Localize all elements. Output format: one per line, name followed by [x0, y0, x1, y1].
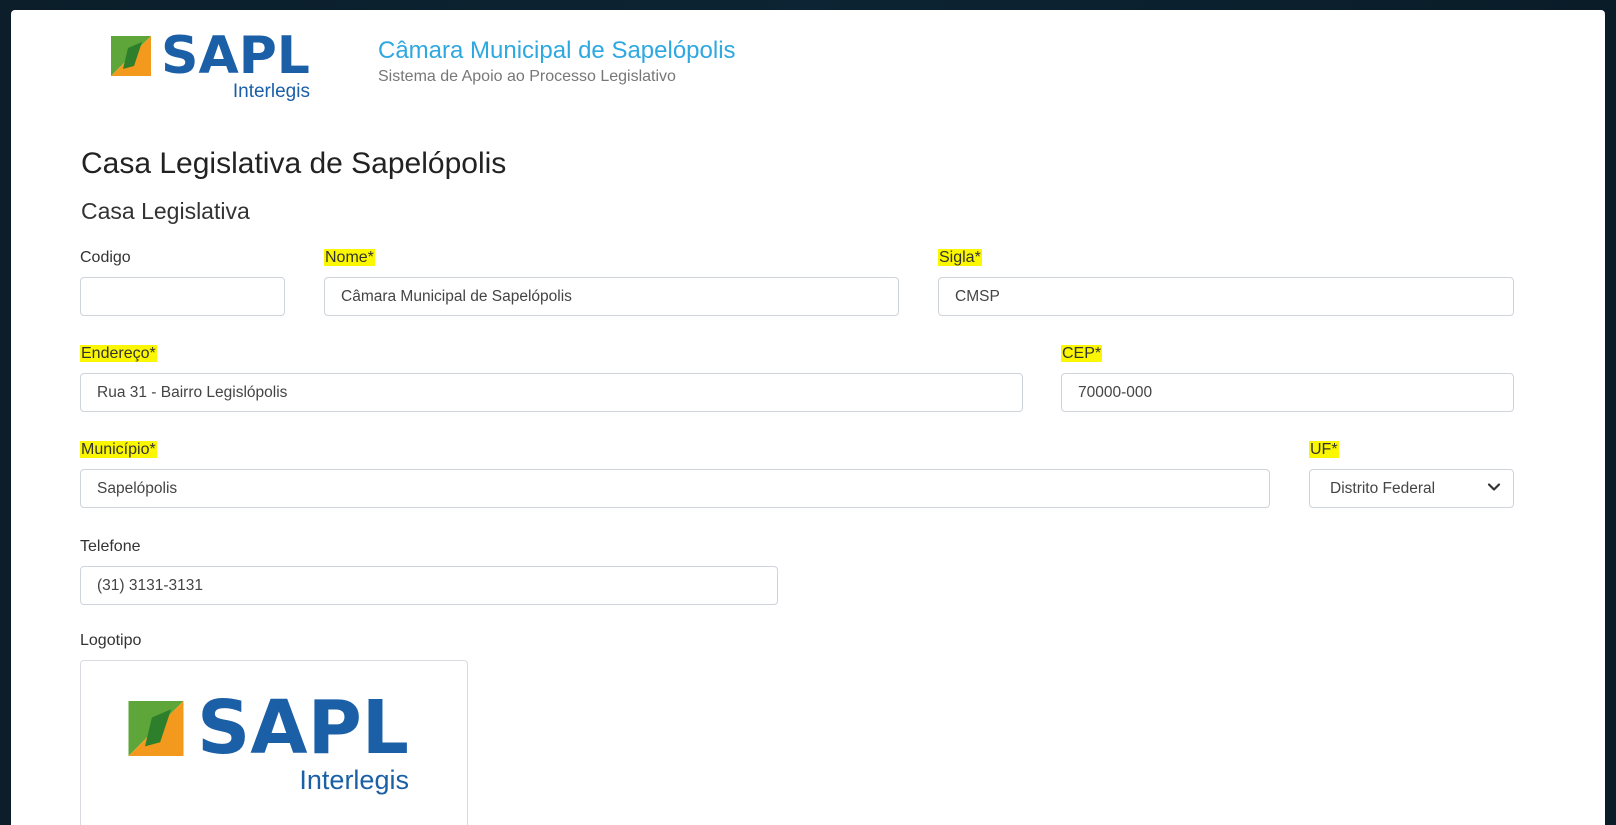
app-window: SAPL Interlegis Câmara Municipal de Sape… [11, 10, 1605, 825]
endereco-label: Endereço* [80, 345, 157, 363]
site-title[interactable]: Câmara Municipal de Sapelópolis [378, 37, 736, 65]
logotipo-subtitle: Interlegis [299, 765, 409, 795]
chevron-down-icon [1487, 483, 1501, 491]
site-header: SAPL Interlegis Câmara Municipal de Sape… [11, 10, 1605, 110]
cep-label-text: CEP* [1061, 345, 1103, 362]
logotipo-image: SAPL Interlegis [127, 691, 409, 794]
codigo-label: Codigo [80, 249, 131, 266]
municipio-label-text: Município* [80, 441, 157, 458]
logo-wordmark: SAPL [161, 26, 310, 86]
municipio-input[interactable]: Sapelópolis [80, 469, 1270, 508]
uf-select[interactable]: Distrito Federal [1309, 469, 1514, 508]
site-subtitle: Sistema de Apoio ao Processo Legislativo [378, 68, 676, 85]
uf-label-text: UF* [1309, 441, 1339, 458]
endereco-label-text: Endereço* [80, 345, 157, 362]
sapl-mark-icon [128, 700, 184, 756]
section-title: Casa Legislativa [81, 198, 250, 224]
cep-label: CEP* [1061, 345, 1103, 363]
sapl-mark-icon [111, 36, 151, 76]
logotipo-wordmark: SAPL [197, 685, 409, 771]
page-title: Casa Legislativa de Sapelópolis [81, 147, 507, 180]
logotipo-preview[interactable]: SAPL Interlegis [80, 660, 468, 825]
uf-label: UF* [1309, 441, 1339, 459]
nome-label: Nome* [324, 249, 375, 267]
logotipo-label: Logotipo [80, 632, 142, 649]
telefone-label: Telefone [80, 538, 141, 555]
codigo-input[interactable] [80, 277, 285, 316]
nome-input[interactable]: Câmara Municipal de Sapelópolis [324, 277, 899, 316]
sigla-label-text: Sigla* [938, 249, 982, 266]
sigla-input[interactable]: CMSP [938, 277, 1514, 316]
sapl-logo[interactable]: SAPL Interlegis [110, 30, 310, 101]
sigla-label: Sigla* [938, 249, 982, 267]
nome-label-text: Nome* [324, 249, 375, 266]
cep-input[interactable]: 70000-000 [1061, 373, 1514, 412]
logo-subtitle: Interlegis [232, 81, 310, 102]
municipio-label: Município* [80, 441, 157, 459]
telefone-input[interactable]: (31) 3131-3131 [80, 566, 778, 605]
uf-selected-value: Distrito Federal [1330, 479, 1436, 497]
endereco-input[interactable]: Rua 31 - Bairro Legislópolis [80, 373, 1023, 412]
